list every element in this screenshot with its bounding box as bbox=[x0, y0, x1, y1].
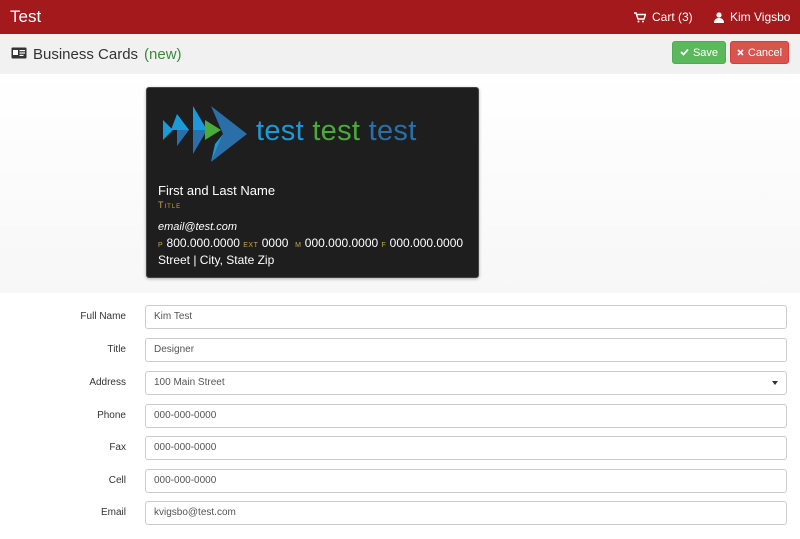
company-logo-icon bbox=[163, 104, 247, 169]
fax-field-label: Fax bbox=[109, 442, 126, 453]
business-card-preview: test test test First and Last Name Title… bbox=[146, 87, 479, 278]
card-preview-area: test test test First and Last Name Title… bbox=[0, 74, 800, 293]
card-address: Street | City, State Zip bbox=[158, 253, 275, 267]
form-row-fax: Fax 000-000-0000 bbox=[0, 436, 800, 460]
cart-icon bbox=[634, 11, 646, 23]
form-row-address: Address 100 Main Street bbox=[0, 371, 800, 395]
card-title: Title bbox=[158, 200, 182, 210]
form-row-cell: Cell 000-000-0000 bbox=[0, 469, 800, 493]
id-card-icon bbox=[11, 46, 27, 63]
title-label: Title bbox=[107, 344, 126, 355]
mobile-label: M bbox=[295, 242, 302, 249]
card-fax: 000.000.0000 bbox=[389, 236, 464, 250]
app-title[interactable]: Test bbox=[10, 7, 41, 27]
cart-label: Cart (3) bbox=[652, 10, 693, 24]
address-select[interactable]: 100 Main Street bbox=[145, 371, 787, 395]
card-name: First and Last Name bbox=[158, 183, 276, 198]
form-row-full-name: Full Name Kim Test bbox=[0, 305, 800, 329]
full-name-label: Full Name bbox=[80, 311, 126, 322]
card-phone-line: P 800.000.0000 EXT 0000 M 000.000.0000 F… bbox=[158, 236, 463, 250]
page-title-text: Business Cards bbox=[33, 46, 139, 63]
top-nav-bar: Test Cart (3) Kim Vigsbo bbox=[0, 0, 800, 34]
fax-label: F bbox=[381, 242, 387, 249]
email-field-label: Email bbox=[100, 507, 126, 518]
new-tag: (new) bbox=[144, 46, 182, 63]
page-title: Business Cards (new) bbox=[11, 46, 182, 63]
form-row-title: Title Designer bbox=[0, 338, 800, 362]
fax-input[interactable]: 000-000-0000 bbox=[145, 436, 787, 460]
form-row-email: Email kvigsbo@test.com bbox=[0, 501, 800, 525]
cell-field-label: Cell bbox=[108, 475, 126, 486]
ext-label: EXT bbox=[243, 242, 259, 249]
card-ext: 0000 bbox=[261, 236, 289, 250]
email-input[interactable]: kvigsbo@test.com bbox=[145, 501, 787, 525]
check-icon bbox=[680, 47, 689, 59]
company-word-1: test bbox=[256, 115, 304, 147]
company-word-3: test bbox=[368, 115, 417, 147]
cart-link[interactable]: Cart (3) bbox=[634, 10, 693, 24]
user-name: Kim Vigsbo bbox=[730, 10, 791, 24]
phone-input[interactable]: 000-000-0000 bbox=[145, 404, 787, 428]
card-email: email@test.com bbox=[158, 221, 238, 233]
card-mobile: 000.000.0000 bbox=[304, 236, 379, 250]
user-menu[interactable]: Kim Vigsbo bbox=[714, 10, 790, 24]
save-button[interactable]: Save bbox=[672, 41, 726, 64]
close-icon bbox=[737, 47, 744, 59]
cancel-button[interactable]: Cancel bbox=[730, 41, 789, 64]
save-label: Save bbox=[692, 46, 719, 59]
company-name: test test test bbox=[256, 115, 417, 148]
phone-label: P bbox=[158, 242, 164, 249]
phone-field-label: Phone bbox=[97, 410, 126, 421]
address-label: Address bbox=[89, 377, 126, 388]
form-row-phone: Phone 000-000-0000 bbox=[0, 404, 800, 428]
card-phone: 800.000.0000 bbox=[166, 236, 240, 250]
cancel-label: Cancel bbox=[747, 46, 783, 59]
caret-down-icon bbox=[772, 381, 778, 385]
cell-input[interactable]: 000-000-0000 bbox=[145, 469, 787, 493]
user-icon bbox=[714, 11, 724, 23]
title-input[interactable]: Designer bbox=[145, 338, 787, 362]
company-word-2: test bbox=[312, 115, 361, 147]
full-name-input[interactable]: Kim Test bbox=[145, 305, 787, 329]
address-select-value: 100 Main Street bbox=[154, 377, 225, 388]
